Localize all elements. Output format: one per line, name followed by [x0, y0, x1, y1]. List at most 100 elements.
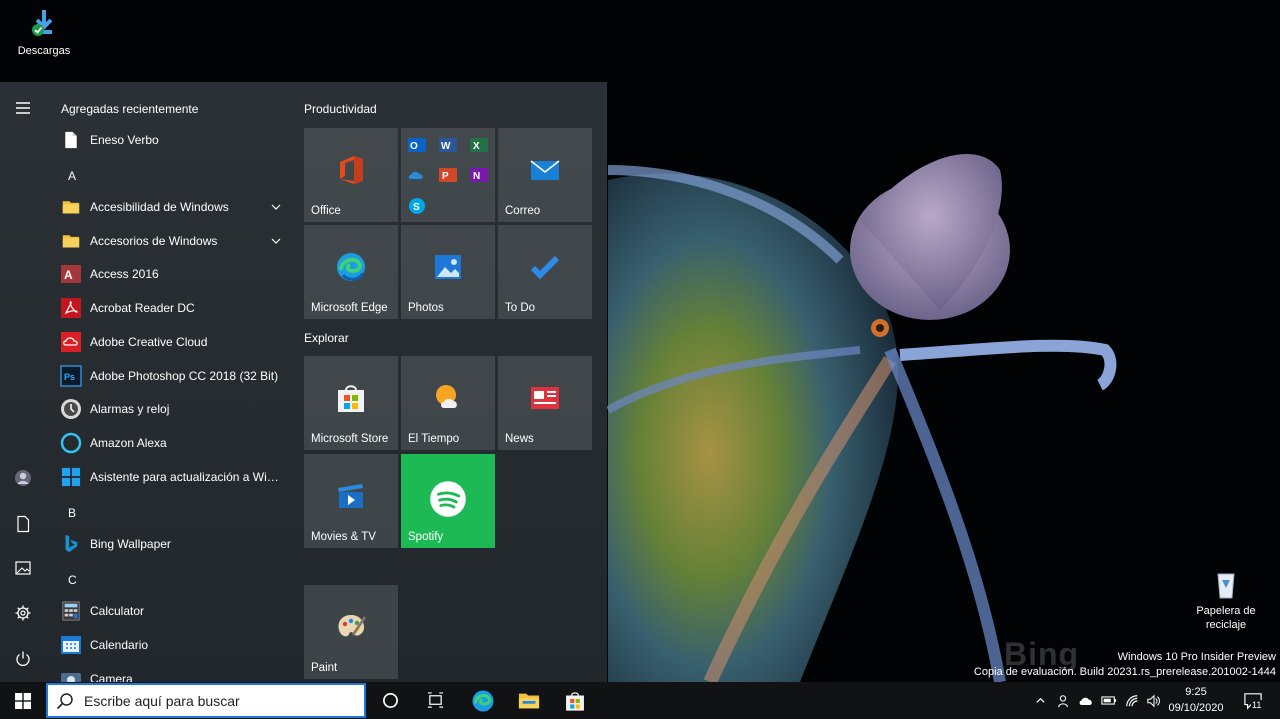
tile-news[interactable]: News [498, 356, 592, 450]
list-item-alexa[interactable]: Amazon Alexa [56, 427, 292, 459]
list-item-calculator[interactable]: Calculator [56, 595, 292, 627]
taskbar-file-explorer-button[interactable] [506, 682, 552, 719]
tile-todo[interactable]: To Do [498, 225, 592, 319]
recently-added-header: Agregadas recientemente [61, 102, 199, 116]
tray-people-button[interactable] [1052, 682, 1074, 719]
tile-paint[interactable]: Paint [304, 585, 398, 679]
tile-label: Movies & TV [311, 531, 376, 543]
news-icon [531, 387, 559, 409]
chevron-up-icon [1035, 697, 1045, 703]
section-letter-b[interactable]: B [68, 506, 88, 526]
show-hidden-icons-button[interactable] [1030, 682, 1050, 719]
task-view-icon [427, 692, 443, 708]
user-account-button[interactable] [0, 458, 46, 498]
app-label: Accesorios de Windows [90, 234, 218, 248]
tile-office-apps-folder[interactable]: O W X P N S [401, 128, 495, 222]
tile-movies[interactable]: Movies & TV [304, 454, 398, 548]
store-icon [338, 385, 364, 412]
cortana-circle-icon [382, 693, 398, 708]
clock-time: 9:25 [1185, 686, 1207, 698]
section-letter-a[interactable]: A [68, 169, 88, 189]
tile-label: Paint [311, 662, 338, 674]
desktop-icon-recycle-bin[interactable]: Papelera de reciclaje [1186, 568, 1266, 632]
calendar-icon [60, 634, 82, 656]
tray-onedrive-button[interactable] [1075, 682, 1097, 719]
svg-text:W: W [441, 141, 451, 152]
settings-button[interactable] [0, 593, 46, 633]
list-item-access[interactable]: A Access 2016 [56, 258, 292, 290]
app-label: Alarmas y reloj [90, 402, 170, 416]
calculator-icon [60, 600, 82, 622]
list-item-acrobat[interactable]: Acrobat Reader DC [56, 292, 292, 324]
tile-photos[interactable]: Photos [401, 225, 495, 319]
taskbar-store-button[interactable] [552, 682, 598, 719]
start-menu: Agregadas recientemente Eneso Verbo A Ac… [0, 82, 607, 682]
list-item-calendario[interactable]: Calendario [56, 629, 292, 661]
list-item-photoshop[interactable]: Ps Adobe Photoshop CC 2018 (32 Bit) [56, 360, 292, 392]
action-center-button[interactable]: 11 [1236, 682, 1270, 719]
taskbar-search-input[interactable]: Escribe aquí para buscar [46, 683, 366, 718]
desktop-icon-downloads[interactable]: Descargas [4, 8, 84, 58]
tile-correo[interactable]: Correo [498, 128, 592, 222]
section-letter-c[interactable]: C [68, 573, 88, 593]
mail-icon [530, 160, 560, 180]
svg-text:Ps: Ps [64, 372, 75, 382]
hamburger-icon [16, 102, 30, 114]
task-view-button[interactable] [413, 682, 457, 719]
tray-network-button[interactable] [1121, 682, 1143, 719]
svg-text:A: A [64, 268, 73, 282]
folder-icon [60, 196, 82, 218]
tile-edge[interactable]: Microsoft Edge [304, 225, 398, 319]
list-item-alarmas[interactable]: Alarmas y reloj [56, 393, 292, 425]
expand-menu-button[interactable] [0, 88, 46, 128]
tile-office[interactable]: Office [304, 128, 398, 222]
taskbar-clock[interactable]: 9:25 09/10/2020 [1160, 684, 1232, 716]
skype-icon: S [409, 198, 425, 214]
desktop-icon-label: reciclaje [1205, 619, 1247, 631]
tile-label: El Tiempo [408, 433, 460, 445]
app-label: Access 2016 [90, 267, 159, 281]
edge-icon [337, 253, 365, 281]
clock-icon [60, 398, 82, 420]
taskbar-edge-button[interactable] [460, 682, 506, 719]
wifi-icon [1126, 694, 1138, 706]
list-item-eneso-verbo[interactable]: Eneso Verbo [56, 124, 292, 156]
chevron-down-icon[interactable] [270, 235, 282, 247]
tile-label: Correo [505, 205, 541, 217]
notification-count-badge: 11 [1251, 700, 1263, 710]
onenote-icon: N [470, 168, 488, 182]
tile-spotify[interactable]: Spotify [401, 454, 495, 548]
group-title-explorar[interactable]: Explorar [304, 331, 349, 345]
list-item-accesibilidad[interactable]: Accesibilidad de Windows [56, 191, 292, 223]
pictures-button[interactable] [0, 548, 46, 588]
tile-store[interactable]: Microsoft Store [304, 356, 398, 450]
camera-icon [60, 668, 82, 682]
tile-label: Photos [408, 302, 444, 314]
app-label: Adobe Photoshop CC 2018 (32 Bit) [90, 369, 279, 383]
tray-battery-button[interactable] [1098, 682, 1120, 719]
start-button[interactable] [0, 682, 46, 719]
list-item-camera[interactable]: Camera [56, 663, 292, 682]
power-button[interactable] [0, 639, 46, 679]
tile-label: To Do [505, 302, 536, 314]
photos-icon [435, 255, 461, 279]
gear-icon [15, 605, 31, 621]
app-label: Camera [90, 672, 133, 682]
group-title-productividad[interactable]: Productividad [304, 102, 377, 116]
documents-button[interactable] [0, 504, 46, 544]
bing-icon [60, 533, 82, 555]
list-item-asistente[interactable]: Asistente para actualización a Windo... [56, 461, 292, 493]
tile-label: Spotify [408, 531, 444, 543]
chevron-down-icon[interactable] [270, 201, 282, 213]
edge-icon [472, 690, 494, 711]
watermark-line-1: Windows 10 Pro Insider Preview [1117, 651, 1276, 663]
list-item-accesorios[interactable]: Accesorios de Windows [56, 225, 292, 257]
word-icon: W [439, 138, 457, 152]
avatar-icon [15, 470, 31, 486]
list-item-adobe-cc[interactable]: Adobe Creative Cloud [56, 326, 292, 358]
list-item-bing-wallpaper[interactable]: Bing Wallpaper [56, 528, 292, 560]
office-icon [340, 156, 363, 184]
windows-build-watermark: Windows 10 Pro Insider Preview Copia de … [974, 650, 1276, 680]
cortana-button[interactable] [368, 682, 412, 719]
tile-tiempo[interactable]: El Tiempo [401, 356, 495, 450]
